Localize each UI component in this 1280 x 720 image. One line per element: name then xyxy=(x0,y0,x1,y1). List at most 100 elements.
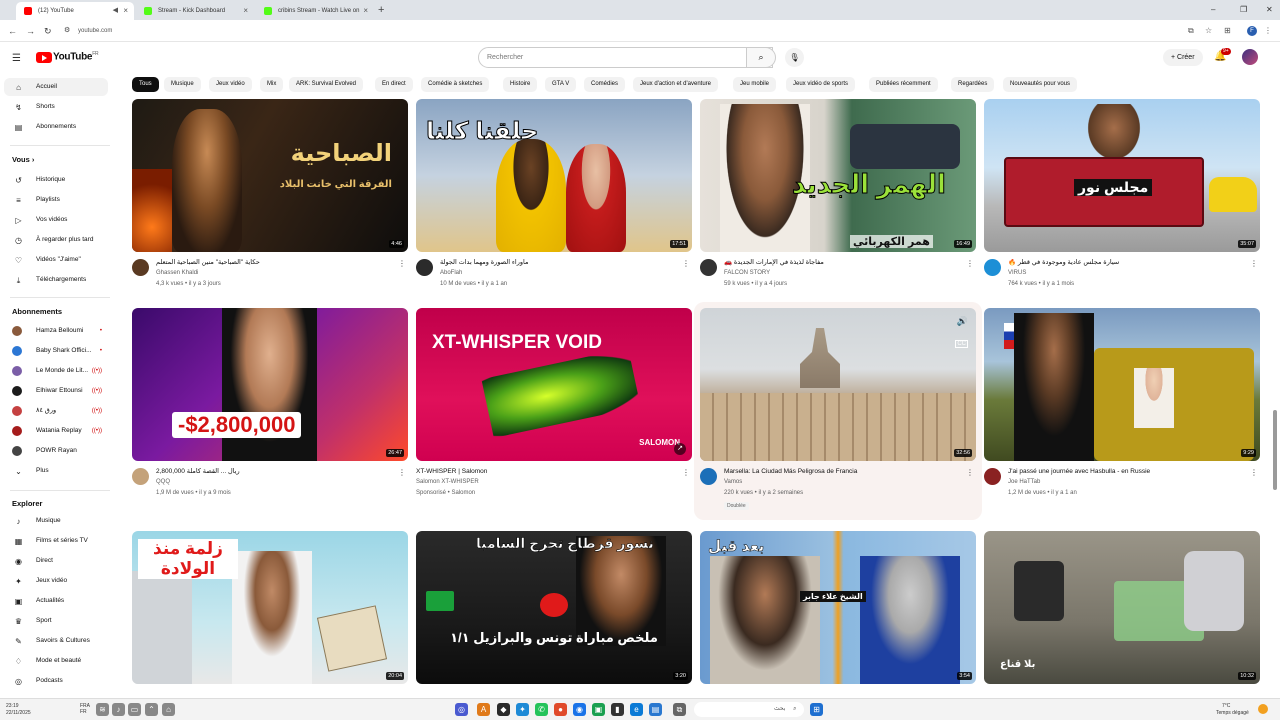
weather-sun-icon[interactable] xyxy=(1258,704,1268,714)
chip-all[interactable]: Tous xyxy=(132,77,159,92)
chip[interactable]: Jeux vidéo de sports xyxy=(786,77,856,92)
sidebar-item-home[interactable]: ⌂ Accueil xyxy=(4,78,108,96)
channel-avatar[interactable] xyxy=(700,259,717,276)
chip[interactable]: Comédie à sketches xyxy=(421,77,490,92)
volume-icon[interactable]: ♪ xyxy=(112,703,125,716)
windows-start-icon[interactable]: ⊞ xyxy=(810,703,823,716)
video-title[interactable]: ماوراء الصورة ومهما بدأت الجولة xyxy=(440,259,680,267)
copilot-icon[interactable]: ◎ xyxy=(455,703,468,716)
create-button[interactable]: + Créer xyxy=(1163,49,1203,66)
maximize-icon[interactable]: ❐ xyxy=(1240,2,1247,18)
video-title[interactable]: 🔥 سيارة مجلس عادية وموجودة في قطر xyxy=(1008,259,1248,267)
forward-icon[interactable]: → xyxy=(26,24,35,38)
folder-icon[interactable]: ▤ xyxy=(649,703,662,716)
channel-avatar[interactable] xyxy=(700,468,717,485)
channel-name[interactable]: Ghassen Khaldi xyxy=(156,270,198,276)
channel-name[interactable]: Vamos xyxy=(724,479,742,485)
chrome-icon[interactable]: ◉ xyxy=(573,703,586,716)
weather-desc[interactable]: Temps dégagé xyxy=(1216,710,1249,716)
channel-name[interactable]: QQQ xyxy=(156,479,170,485)
external-link-icon[interactable]: ↗ xyxy=(674,443,686,455)
video-title[interactable]: Marsella: La Ciudad Más Peligrosa de Fra… xyxy=(724,468,964,476)
sidebar-show-more[interactable]: ⌄ Plus xyxy=(4,462,108,480)
sidebar-channel[interactable]: Elhiwar Ettounsi ((•)) xyxy=(4,382,108,400)
more-actions-icon[interactable]: ⋮ xyxy=(966,468,974,477)
video-thumbnail[interactable]: XT-WHISPER VOID SALOMON ↗ xyxy=(416,308,692,461)
sidebar-channel[interactable]: ورق ٨٤ ((•)) xyxy=(4,402,108,420)
bookmark-star-icon[interactable]: ☆ xyxy=(1205,24,1212,38)
video-thumbnail[interactable]: الهمر الجديد همر الكهربائي 16:49 xyxy=(700,99,976,252)
more-actions-icon[interactable]: ⋮ xyxy=(682,259,690,268)
channel-avatar[interactable] xyxy=(416,259,433,276)
chip[interactable]: Jeu mobile xyxy=(733,77,777,92)
chip[interactable]: Publiées récemment xyxy=(869,77,938,92)
chip[interactable]: Comédies xyxy=(584,77,626,92)
more-actions-icon[interactable]: ⋮ xyxy=(966,259,974,268)
channel-name[interactable]: VIRUS xyxy=(1008,270,1026,276)
browser-tab-stream[interactable]: cribins Stream - Watch Live on × xyxy=(256,2,374,20)
app-icon[interactable]: ▣ xyxy=(592,703,605,716)
video-title[interactable]: 2,800,000 ريال ... القصة كاملة xyxy=(156,468,396,476)
sidebar-item-films[interactable]: ▦ Films et séries TV xyxy=(4,532,108,550)
sidebar-channel[interactable]: Baby Shark Offici... • xyxy=(4,342,108,360)
app-icon[interactable]: ✦ xyxy=(516,703,529,716)
sidebar-item-watch-later[interactable]: ◷ À regarder plus tard xyxy=(4,231,108,249)
hamburger-menu-icon[interactable]: ☰ xyxy=(12,53,21,64)
youtube-logo-text[interactable]: YouTubeFR xyxy=(53,51,99,62)
sidebar-item-news[interactable]: ▣ Actualités xyxy=(4,592,108,610)
chip[interactable]: Musique xyxy=(164,77,201,92)
browser-profile-avatar[interactable]: F xyxy=(1247,26,1257,36)
sidebar-item-podcasts[interactable]: ◎ Podcasts xyxy=(4,672,108,690)
sidebar-channel[interactable]: Hamza Belloumi • xyxy=(4,322,108,340)
sidebar-item-subscriptions[interactable]: ▤ Abonnements xyxy=(4,118,108,136)
channel-avatar[interactable] xyxy=(984,468,1001,485)
sidebar-item-history[interactable]: ↺ Historique xyxy=(4,171,108,189)
url-field[interactable]: youtube.com xyxy=(78,25,112,37)
whatsapp-icon[interactable]: ✆ xyxy=(535,703,548,716)
search-input[interactable]: Rechercher xyxy=(478,47,773,68)
channel-name[interactable]: Salomon XT-WHISPER xyxy=(416,479,479,485)
volume-icon[interactable]: 🔊 xyxy=(957,316,968,327)
video-thumbnail[interactable]: 9:29 xyxy=(984,308,1260,461)
more-actions-icon[interactable]: ⋮ xyxy=(398,259,406,268)
chevron-up-icon[interactable]: ⌃ xyxy=(145,703,158,716)
sidebar-channel[interactable]: Le Monde de Lit... ((•)) xyxy=(4,362,108,380)
sidebar-item-downloads[interactable]: ⤓ Téléchargements xyxy=(4,271,108,289)
channel-name[interactable]: FALCON STORY xyxy=(724,270,770,276)
more-actions-icon[interactable]: ⋮ xyxy=(682,468,690,477)
sidebar-item-your-videos[interactable]: ▷ Vos vidéos xyxy=(4,211,108,229)
more-actions-icon[interactable]: ⋮ xyxy=(398,468,406,477)
browser-tab-kick[interactable]: Stream - Kick Dashboard × xyxy=(136,2,254,20)
sidebar-item-gaming[interactable]: ✦ Jeux vidéo xyxy=(4,572,108,590)
app-icon[interactable]: ◆ xyxy=(497,703,510,716)
channel-name[interactable]: Joe HaTTab xyxy=(1008,479,1040,485)
taskbar-search[interactable]: بحث ⌕ xyxy=(694,702,804,717)
sidebar-item-sport[interactable]: ♛ Sport xyxy=(4,612,108,630)
wifi-icon[interactable]: ≋ xyxy=(96,703,109,716)
chip[interactable]: Histoire xyxy=(503,77,538,92)
channel-avatar[interactable] xyxy=(132,259,149,276)
close-icon[interactable]: × xyxy=(123,2,128,20)
chip[interactable]: GTA V xyxy=(545,77,577,92)
video-thumbnail[interactable]: -$2,800,000 26:47 xyxy=(132,308,408,461)
site-info-icon[interactable]: ⚙ xyxy=(64,24,70,38)
chip[interactable]: ARK: Survival Evolved xyxy=(289,77,364,92)
captions-icon[interactable]: CC xyxy=(955,340,968,348)
sidebar-item-music[interactable]: ♪ Musique xyxy=(4,512,108,530)
sidebar-item-live[interactable]: ◉ Direct xyxy=(4,552,108,570)
more-actions-icon[interactable]: ⋮ xyxy=(1250,259,1258,268)
chip[interactable]: Nouveautés pour vous xyxy=(1003,77,1078,92)
chip[interactable]: Mix xyxy=(260,77,284,92)
video-title[interactable]: XT-WHISPER | Salomon xyxy=(416,468,656,476)
video-thumbnail[interactable]: زلمة منذ الولادة 20:04 xyxy=(132,531,408,684)
youtube-logo-icon[interactable] xyxy=(36,52,52,63)
more-actions-icon[interactable]: ⋮ xyxy=(1250,468,1258,477)
sidebar-item-liked-videos[interactable]: ♡ Vidéos "J'aime" xyxy=(4,251,108,269)
video-thumbnail[interactable]: بلا قناع 10:32 xyxy=(984,531,1260,684)
app-icon[interactable]: A xyxy=(477,703,490,716)
edge-icon[interactable]: e xyxy=(630,703,643,716)
chip[interactable]: En direct xyxy=(375,77,413,92)
chip[interactable]: Jeux vidéo xyxy=(209,77,252,92)
sidebar-item-learning[interactable]: ✎ Savoirs & Cultures xyxy=(4,632,108,650)
task-view-icon[interactable]: ⧉ xyxy=(673,703,686,716)
